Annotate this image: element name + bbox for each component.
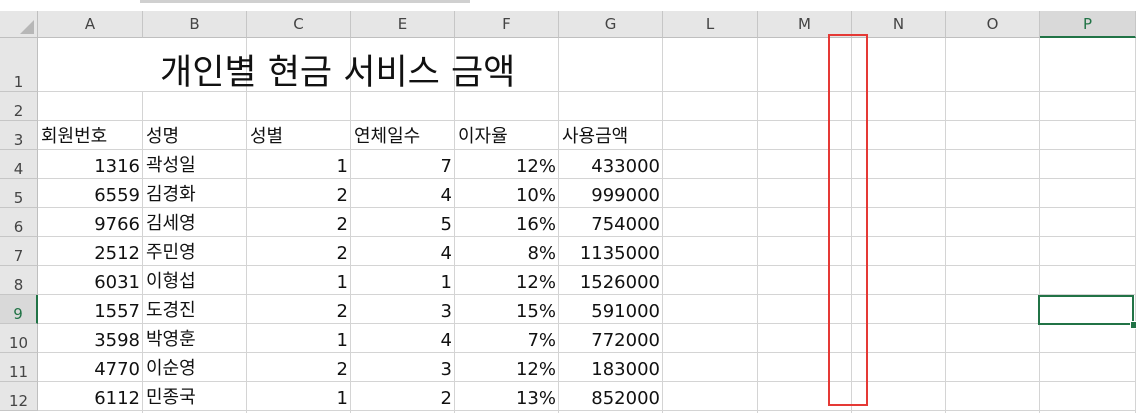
data-cell-amount[interactable]: 772000: [559, 324, 663, 353]
data-cell-gender[interactable]: 2: [247, 179, 351, 208]
data-cell-gender[interactable]: 1: [247, 150, 351, 179]
header-cell[interactable]: 이자율: [455, 121, 559, 150]
data-cell-gender[interactable]: 1: [247, 324, 351, 353]
toolbar-edge: [140, 0, 470, 3]
data-cell-overdue[interactable]: 4: [351, 324, 455, 353]
data-cell-rate[interactable]: 15%: [455, 295, 559, 324]
row-header-11[interactable]: 11: [0, 353, 38, 382]
data-cell-gender[interactable]: 1: [247, 266, 351, 295]
data-cell-name[interactable]: 이순영: [143, 353, 247, 382]
data-cell-gender[interactable]: 2: [247, 237, 351, 266]
data-cell-name[interactable]: 민종국: [143, 382, 247, 411]
row-header-8[interactable]: 8: [0, 266, 38, 295]
data-cell-rate[interactable]: 12%: [455, 150, 559, 179]
data-cell-amount[interactable]: 852000: [559, 382, 663, 411]
top-strip: [0, 0, 1136, 11]
data-cell-overdue[interactable]: 3: [351, 353, 455, 382]
data-cell-gender[interactable]: 2: [247, 208, 351, 237]
row-header-12[interactable]: 12: [0, 382, 38, 411]
column-header-e[interactable]: E: [351, 11, 455, 38]
data-cell-id[interactable]: 4770: [38, 353, 143, 382]
data-cell-gender[interactable]: 2: [247, 353, 351, 382]
header-cell[interactable]: 사용금액: [559, 121, 663, 150]
column-header-b[interactable]: B: [143, 11, 247, 38]
data-cell-rate[interactable]: 13%: [455, 382, 559, 411]
header-cell[interactable]: 성별: [247, 121, 351, 150]
data-cell-overdue[interactable]: 4: [351, 237, 455, 266]
data-cell-amount[interactable]: 999000: [559, 179, 663, 208]
data-cell-rate[interactable]: 12%: [455, 353, 559, 382]
data-cell-name[interactable]: 곽성일: [143, 150, 247, 179]
header-cell[interactable]: 회원번호: [38, 121, 143, 150]
data-cell-name[interactable]: 박영훈: [143, 324, 247, 353]
header-cell[interactable]: 성명: [143, 121, 247, 150]
grid-vline: [1039, 38, 1040, 413]
data-cell-overdue[interactable]: 1: [351, 266, 455, 295]
row-header-10[interactable]: 10: [0, 324, 38, 353]
data-cell-id[interactable]: 6031: [38, 266, 143, 295]
highlight-box-column-m: [828, 34, 868, 406]
data-cell-amount[interactable]: 754000: [559, 208, 663, 237]
sheet-title[interactable]: 개인별 현금 서비스 금액: [160, 44, 515, 95]
active-cell-p9[interactable]: [1038, 295, 1134, 325]
data-cell-name[interactable]: 주민영: [143, 237, 247, 266]
data-cell-id[interactable]: 1557: [38, 295, 143, 324]
data-cell-name[interactable]: 도경진: [143, 295, 247, 324]
row-header-9[interactable]: 9: [0, 295, 38, 324]
data-cell-overdue[interactable]: 5: [351, 208, 455, 237]
row-header-1[interactable]: 1: [0, 38, 38, 92]
row-header-5[interactable]: 5: [0, 179, 38, 208]
data-cell-overdue[interactable]: 2: [351, 382, 455, 411]
data-cell-gender[interactable]: 1: [247, 382, 351, 411]
fill-handle[interactable]: [1130, 321, 1136, 329]
row-header-3[interactable]: 3: [0, 121, 38, 150]
column-header-o[interactable]: O: [946, 11, 1040, 38]
spreadsheet-grid[interactable]: ABCEFGLMNOP 1 2 3 4 5 6 7 8 9 10 11 12 회원번호 성명 성별 연체일수…: [0, 0, 1136, 413]
column-header-p[interactable]: P: [1040, 11, 1136, 38]
data-cell-overdue[interactable]: 7: [351, 150, 455, 179]
data-cell-id[interactable]: 6112: [38, 382, 143, 411]
data-cell-amount[interactable]: 1135000: [559, 237, 663, 266]
data-cell-rate[interactable]: 10%: [455, 179, 559, 208]
row-header-6[interactable]: 6: [0, 208, 38, 237]
column-header-g[interactable]: G: [559, 11, 663, 38]
data-cell-overdue[interactable]: 4: [351, 179, 455, 208]
data-cell-amount[interactable]: 433000: [559, 150, 663, 179]
data-cell-id[interactable]: 3598: [38, 324, 143, 353]
column-header-a[interactable]: A: [38, 11, 143, 38]
data-cell-rate[interactable]: 8%: [455, 237, 559, 266]
data-cell-amount[interactable]: 591000: [559, 295, 663, 324]
grid-vline: [757, 38, 758, 413]
data-cell-rate[interactable]: 7%: [455, 324, 559, 353]
data-cell-id[interactable]: 1316: [38, 150, 143, 179]
row-header-7[interactable]: 7: [0, 237, 38, 266]
column-header-c[interactable]: C: [247, 11, 351, 38]
header-cell[interactable]: 연체일수: [351, 121, 455, 150]
grid-vline: [945, 38, 946, 413]
column-header-l[interactable]: L: [663, 11, 758, 38]
data-cell-overdue[interactable]: 3: [351, 295, 455, 324]
data-cell-id[interactable]: 6559: [38, 179, 143, 208]
data-cell-amount[interactable]: 1526000: [559, 266, 663, 295]
select-all-button[interactable]: [0, 11, 38, 38]
data-cell-name[interactable]: 김경화: [143, 179, 247, 208]
column-header-f[interactable]: F: [455, 11, 559, 38]
row-header-2[interactable]: 2: [0, 92, 38, 121]
row-header-4[interactable]: 4: [0, 150, 38, 179]
data-cell-rate[interactable]: 16%: [455, 208, 559, 237]
select-all-triangle-icon: [20, 20, 34, 34]
data-cell-id[interactable]: 9766: [38, 208, 143, 237]
data-cell-name[interactable]: 이형섭: [143, 266, 247, 295]
data-cell-gender[interactable]: 2: [247, 295, 351, 324]
data-cell-amount[interactable]: 183000: [559, 353, 663, 382]
data-cell-rate[interactable]: 12%: [455, 266, 559, 295]
data-cell-name[interactable]: 김세영: [143, 208, 247, 237]
data-cell-id[interactable]: 2512: [38, 237, 143, 266]
